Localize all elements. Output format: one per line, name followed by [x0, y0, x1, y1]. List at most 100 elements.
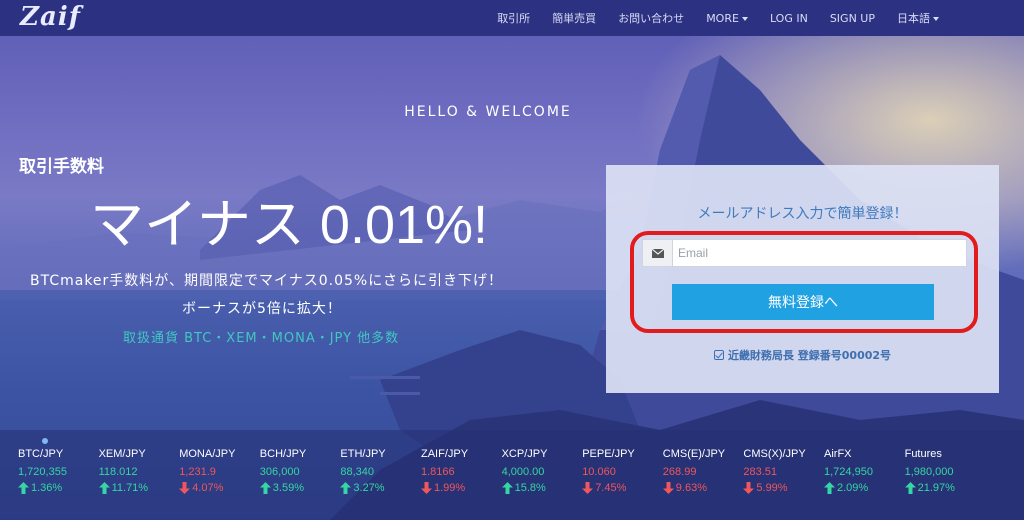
arrow-up-icon [340, 482, 352, 494]
ticker-change-value: 1.36% [31, 482, 63, 494]
nav-links: 取引所 簡単売買 お問い合わせ MORE LOG IN SIGN UP 日本語 [486, 0, 950, 36]
ticker-pair: BTC/JPY [18, 448, 64, 460]
ticker-change-value: 7.45% [595, 482, 627, 494]
ticker-item[interactable]: ZAIF/JPY 1.8166 1.99% [421, 448, 501, 494]
arrow-up-icon [259, 482, 271, 494]
ticker-change-value: 5.99% [756, 482, 788, 494]
ticker-change-value: 3.59% [272, 482, 304, 494]
ticker-change: 1.36% [18, 482, 98, 494]
nav-link-exchange[interactable]: 取引所 [486, 10, 541, 26]
ticker-item[interactable]: AirFX 1,724,950 2.09% [824, 448, 904, 494]
ticker-pair: CMS(E)/JPY [662, 448, 726, 460]
ticker-change: 4.07% [179, 482, 259, 494]
ticker-price: 268.99 [662, 466, 697, 478]
ticker-item[interactable]: PEPE/JPY 10.060 7.45% [582, 448, 662, 494]
ticker-price: 1,720,355 [18, 466, 67, 478]
price-ticker: BTC/JPY 1,720,355 1.36% XEM/JPY 118.012 11.71… [0, 448, 1024, 520]
nav-link-signup[interactable]: SIGN UP [819, 12, 886, 25]
ticker-change: 3.27% [340, 482, 420, 494]
top-navbar: Zaif 取引所 簡単売買 お問い合わせ MORE LOG IN SIGN UP… [0, 0, 1024, 36]
nav-link-login[interactable]: LOG IN [759, 12, 819, 25]
zaif-logo[interactable]: Zaif [20, 2, 81, 32]
ticker-change-value: 11.71% [111, 482, 149, 494]
arrow-down-icon [743, 482, 755, 494]
registration-panel: メールアドレス入力で簡単登録！ 無料登録へ 近畿財務局長 登録番号00002号 [606, 165, 999, 393]
ticker-item[interactable]: XEM/JPY 118.012 11.71% [98, 448, 179, 494]
ticker-price: 88,340 [340, 466, 375, 478]
ticker-change-value: 4.07% [192, 482, 224, 494]
ticker-item[interactable]: Futures 1,980,000 21.97% [904, 448, 985, 494]
ticker-item[interactable]: BCH/JPY 306,000 3.59% [259, 448, 340, 494]
ticker-change: 11.71% [98, 482, 179, 494]
registration-title: メールアドレス入力で簡単登録！ [697, 206, 908, 222]
ticker-change: 5.99% [743, 482, 823, 494]
license-info: 近畿財務局長 登録番号00002号 [606, 347, 999, 363]
ticker-indicator-dot [42, 438, 48, 444]
ticker-item[interactable]: MONA/JPY 1,231.9 4.07% [179, 448, 259, 494]
promo-line-2: ボーナスが5倍に拡大！ [182, 301, 342, 317]
ticker-change-value: 3.27% [353, 482, 385, 494]
ticker-price: 118.012 [98, 466, 138, 478]
nav-link-more[interactable]: MORE [695, 12, 759, 25]
arrow-up-icon [98, 482, 110, 494]
ticker-item[interactable]: BTC/JPY 1,720,355 1.36% [18, 448, 98, 494]
arrow-up-icon [501, 482, 513, 494]
ticker-change: 15.8% [501, 482, 582, 494]
ticker-pair: MONA/JPY [179, 448, 236, 460]
free-register-button[interactable]: 無料登録へ [672, 284, 934, 320]
ticker-change-value: 15.8% [514, 482, 546, 494]
arrow-up-icon [904, 482, 916, 494]
fee-label: 取引手数料 [19, 157, 104, 177]
arrow-up-icon [824, 482, 835, 494]
ticker-pair: PEPE/JPY [582, 448, 635, 460]
ticker-pair: XCP/JPY [501, 448, 548, 460]
ticker-price: 1.8166 [421, 466, 455, 478]
ticker-change-value: 21.97% [917, 482, 955, 494]
fee-value: マイナス 0.01%! [90, 195, 489, 255]
caret-down-icon [741, 16, 748, 21]
ticker-pair: Futures [904, 448, 942, 460]
ticker-price: 1,724,950 [824, 466, 873, 478]
ticker-pair: XEM/JPY [98, 448, 146, 460]
promo-line-1: BTCmaker手数料が、期間限定でマイナス0.05%にさらに引き下げ！ [30, 273, 503, 289]
welcome-heading: HELLO & WELCOME [404, 104, 572, 120]
ticker-price: 306,000 [259, 466, 300, 478]
caret-down-icon [933, 17, 939, 21]
ticker-item[interactable]: CMS(X)/JPY 283.51 5.99% [743, 448, 823, 494]
ticker-item[interactable]: CMS(E)/JPY 268.99 9.63% [662, 448, 743, 494]
envelope-icon-svg [651, 248, 664, 258]
supported-currencies: 取扱通貨 BTC・XEM・MONA・JPY 他多数 [123, 331, 400, 346]
ticker-change: 1.99% [421, 482, 501, 494]
nav-link-contact[interactable]: お問い合わせ [607, 10, 695, 26]
ticker-price: 1,231.9 [179, 466, 216, 478]
ticker-change: 21.97% [904, 482, 985, 494]
ticker-price: 4,000.00 [501, 466, 545, 478]
ticker-pair: CMS(X)/JPY [743, 448, 806, 460]
ticker-price: 1,980,000 [904, 466, 954, 478]
nav-link-language[interactable]: 日本語 [886, 10, 950, 26]
ticker-pair: AirFX [824, 448, 852, 460]
ticker-pair: ETH/JPY [340, 448, 386, 460]
envelope-icon [643, 240, 673, 266]
ticker-change-value: 9.63% [675, 482, 707, 494]
ticker-price: 10.060 [582, 466, 616, 478]
checkbox-icon [713, 350, 724, 360]
email-input[interactable] [673, 240, 966, 266]
arrow-down-icon [662, 482, 674, 494]
ticker-price: 283.51 [743, 466, 778, 478]
arrow-up-icon [18, 482, 29, 494]
email-input-group [642, 239, 967, 267]
nav-link-easy-trade[interactable]: 簡単売買 [541, 10, 607, 26]
ticker-pair: ZAIF/JPY [421, 448, 469, 460]
ticker-change-value: 2.09% [837, 482, 869, 494]
ticker-pair: BCH/JPY [259, 448, 307, 460]
arrow-down-icon [582, 482, 594, 494]
arrow-down-icon [421, 482, 432, 494]
ticker-change-value: 1.99% [434, 482, 466, 494]
ticker-item[interactable]: ETH/JPY 88,340 3.27% [340, 448, 420, 494]
ticker-item[interactable]: XCP/JPY 4,000.00 15.8% [501, 448, 582, 494]
arrow-down-icon [179, 482, 191, 494]
ticker-change: 3.59% [259, 482, 340, 494]
ticker-change: 2.09% [824, 482, 904, 494]
ticker-change: 7.45% [582, 482, 662, 494]
